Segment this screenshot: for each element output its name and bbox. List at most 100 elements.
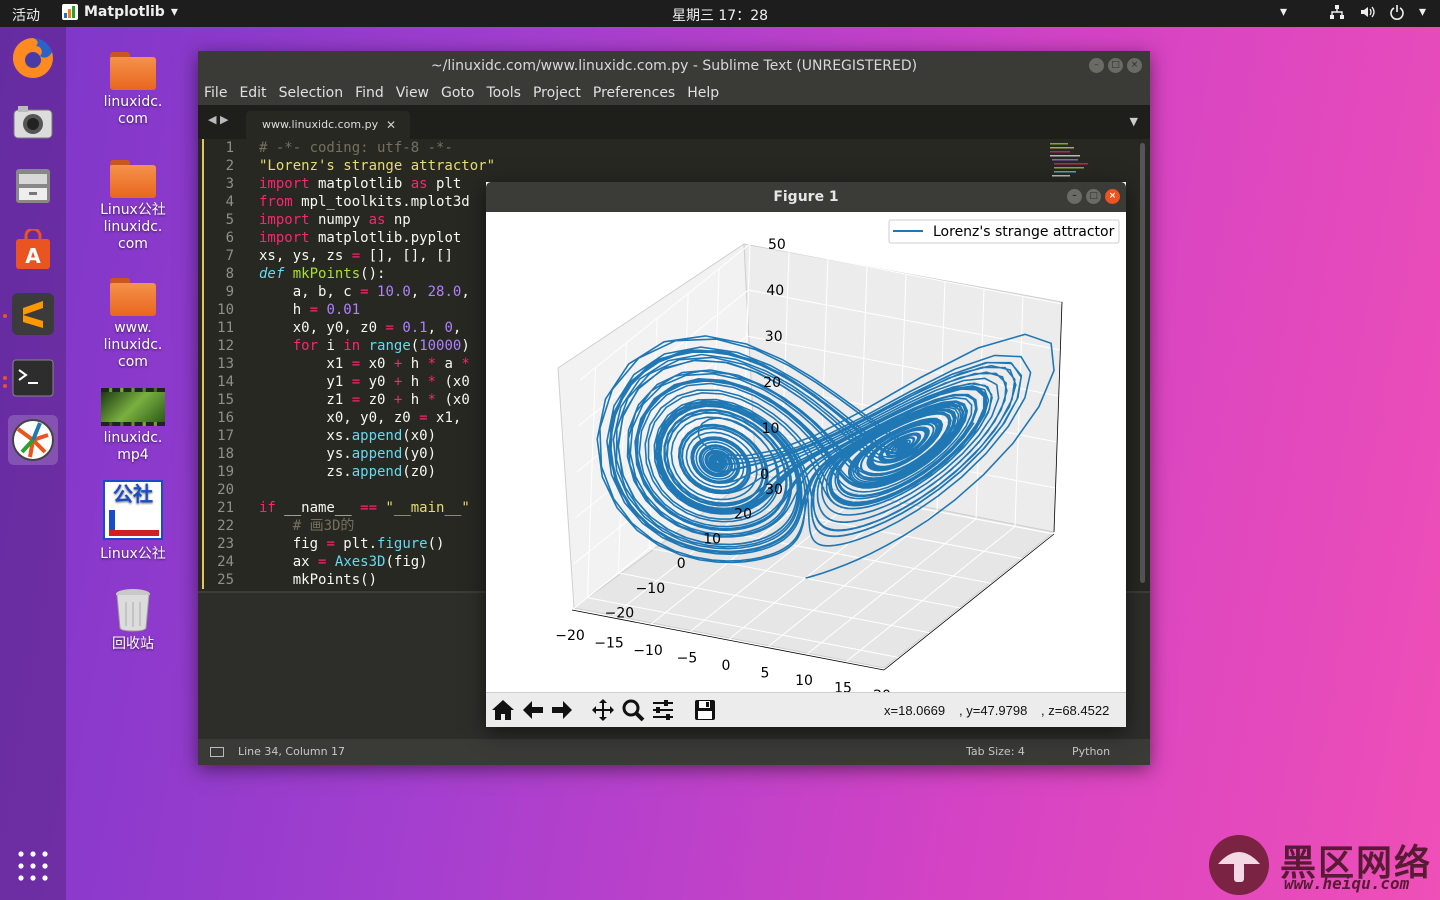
- terminal-launcher[interactable]: [8, 353, 58, 403]
- minimize-button[interactable]: –: [1067, 189, 1082, 204]
- activities-button[interactable]: 活动: [12, 5, 40, 25]
- desktop-folder-linuxidc[interactable]: linuxidc. com: [83, 52, 183, 128]
- figure-titlebar[interactable]: Figure 1 – □ ×: [486, 182, 1126, 212]
- x-tick-label: −15: [594, 636, 624, 652]
- menu-project[interactable]: Project: [533, 81, 581, 105]
- desktop-icon-label: Linux公社 linuxidc. com: [100, 202, 166, 252]
- watermark-url: www.heiqu.com: [1284, 874, 1410, 893]
- maximize-button[interactable]: □: [1086, 189, 1101, 204]
- menu-tools[interactable]: Tools: [486, 81, 521, 105]
- lorenz-3d-plot[interactable]: −20−15−10−505101520 −20−100102030 010203…: [486, 212, 1126, 704]
- console-toggle-icon[interactable]: [210, 747, 224, 757]
- code-text: y1 = y0 + h * (x0: [259, 374, 470, 390]
- video-thumbnail-icon: [101, 388, 165, 426]
- line-number: 8: [225, 266, 234, 282]
- minimize-button[interactable]: –: [1089, 58, 1104, 73]
- sublime-icon: [12, 293, 54, 335]
- code-text: z1 = z0 + h * (x0: [259, 392, 470, 408]
- matplotlib-icon: [12, 419, 54, 461]
- menu-bar: File Edit Selection Find View Goto Tools…: [198, 81, 1150, 105]
- minimap[interactable]: [1048, 141, 1092, 181]
- dock: A: [0, 27, 66, 900]
- arrow-left-icon: [523, 701, 543, 719]
- network-icon[interactable]: [1329, 4, 1345, 24]
- code-text: ys.append(y0): [259, 446, 437, 462]
- desktop-trash[interactable]: 回收站: [83, 586, 183, 653]
- files-launcher[interactable]: [8, 161, 58, 211]
- cursor-position: Line 34, Column 17: [238, 745, 346, 758]
- menu-find[interactable]: Find: [355, 81, 384, 105]
- line-number: 4: [225, 194, 234, 210]
- home-button[interactable]: [490, 697, 516, 723]
- firefox-icon: [12, 37, 53, 78]
- y-tick-label: −20: [605, 606, 635, 622]
- chevron-down-icon[interactable]: ▾: [1419, 4, 1426, 24]
- navigation-toolbar: x=18.0669 , y=47.9798 , z=68.4522: [486, 692, 1126, 727]
- tab-nav-arrows[interactable]: ◀ ▶: [208, 113, 228, 126]
- zoom-button[interactable]: [620, 697, 646, 723]
- desktop-folder-www-linuxidc[interactable]: www. linuxidc. com: [83, 278, 183, 371]
- forward-button[interactable]: [549, 697, 575, 723]
- code-text: x0, y0, z0 = 0.1, 0,: [259, 320, 462, 336]
- line-number: 14: [217, 374, 234, 390]
- save-button[interactable]: [692, 697, 718, 723]
- configure-subplots-button[interactable]: [650, 697, 676, 723]
- desktop-icon-label: Linux公社: [100, 546, 166, 562]
- menu-goto[interactable]: Goto: [441, 81, 474, 105]
- status-bar: Line 34, Column 17 Tab Size: 4 Python: [198, 739, 1150, 765]
- x-tick-label: 10: [795, 673, 813, 689]
- sublime-titlebar[interactable]: ~/linuxidc.com/www.linuxidc.com.py - Sub…: [198, 51, 1150, 81]
- code-text: xs, ys, zs = [], [], []: [259, 248, 453, 264]
- pan-button[interactable]: [590, 697, 616, 723]
- code-text: mkPoints(): [259, 572, 378, 588]
- menu-edit[interactable]: Edit: [239, 81, 266, 105]
- svg-text:A: A: [25, 244, 41, 268]
- sliders-icon: [653, 700, 673, 720]
- chevron-down-icon[interactable]: ▾: [1280, 4, 1287, 24]
- y-tick-label: 10: [703, 531, 721, 547]
- tab-list-dropdown-icon[interactable]: ▼: [1130, 115, 1138, 128]
- line-number: 22: [217, 518, 234, 534]
- menu-file[interactable]: File: [204, 81, 227, 105]
- show-applications-button[interactable]: [8, 841, 58, 891]
- line-number: 25: [217, 572, 234, 588]
- volume-icon[interactable]: [1359, 4, 1375, 24]
- maximize-button[interactable]: □: [1108, 58, 1123, 73]
- line-number: 19: [217, 464, 234, 480]
- desktop-folder-linux-gongshe[interactable]: Linux公社 linuxidc. com: [83, 160, 183, 253]
- x-tick-label: −5: [677, 651, 698, 667]
- z-tick-label: 40: [766, 283, 784, 299]
- vertical-scrollbar[interactable]: [1140, 143, 1145, 583]
- menu-selection[interactable]: Selection: [279, 81, 344, 105]
- close-button[interactable]: ×: [1105, 189, 1120, 204]
- desktop-video-file[interactable]: linuxidc. mp4: [83, 388, 183, 464]
- software-center-launcher[interactable]: A: [8, 225, 58, 275]
- firefox-launcher[interactable]: [8, 33, 58, 83]
- code-text: x0, y0, z0 = x1,: [259, 410, 462, 426]
- floppy-disk-icon: [695, 700, 715, 720]
- menu-help[interactable]: Help: [687, 81, 719, 105]
- window-title: ~/linuxidc.com/www.linuxidc.com.py - Sub…: [430, 58, 918, 74]
- back-button[interactable]: [520, 697, 546, 723]
- code-text: "Lorenz's strange attractor": [259, 158, 496, 174]
- power-icon[interactable]: [1389, 4, 1405, 24]
- file-tab[interactable]: www.linuxidc.com.py ✕: [246, 111, 410, 139]
- menu-preferences[interactable]: Preferences: [593, 81, 675, 105]
- tab-size[interactable]: Tab Size: 4: [966, 739, 1025, 765]
- app-menu[interactable]: Matplotlib ▾: [62, 4, 178, 20]
- syntax-mode[interactable]: Python: [1072, 739, 1110, 765]
- line-number: 18: [217, 446, 234, 462]
- system-tray[interactable]: ▾ ▾: [1280, 4, 1426, 24]
- code-text: from mpl_toolkits.mplot3d: [259, 194, 470, 210]
- sublime-text-launcher[interactable]: [8, 289, 58, 339]
- z-tick-label: 0: [760, 467, 769, 483]
- tab-close-icon[interactable]: ✕: [386, 111, 396, 139]
- clock[interactable]: 星期三 17：28: [0, 5, 1440, 25]
- close-button[interactable]: ×: [1127, 58, 1142, 73]
- desktop-linux-logo-file[interactable]: 公社 Linux公社: [83, 480, 183, 563]
- matplotlib-launcher[interactable]: [8, 415, 58, 465]
- shopping-bag-icon: A: [16, 229, 50, 269]
- plot-canvas[interactable]: −20−15−10−505101520 −20−100102030 010203…: [486, 212, 1126, 704]
- menu-view[interactable]: View: [396, 81, 429, 105]
- cheese-camera-launcher[interactable]: [8, 97, 58, 147]
